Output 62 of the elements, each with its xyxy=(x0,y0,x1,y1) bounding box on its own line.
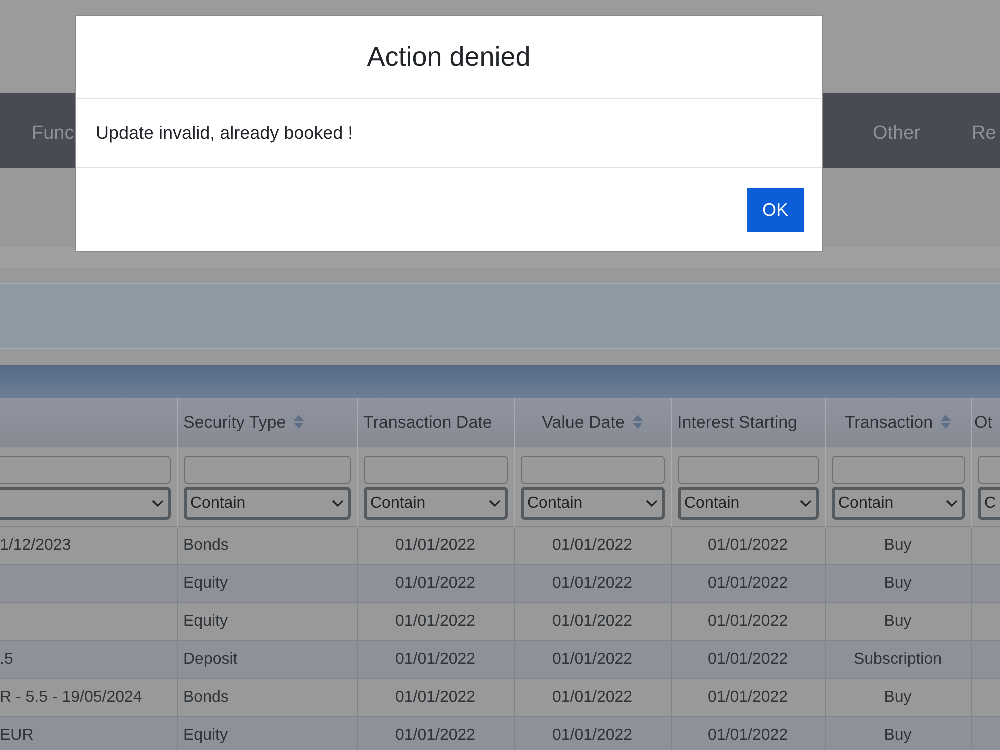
filter-field[interactable] xyxy=(832,456,964,484)
filter-field[interactable] xyxy=(678,456,818,484)
table-cell: Bonds xyxy=(184,688,229,706)
filter-select[interactable]: Contain xyxy=(184,487,350,520)
chevron-down-icon xyxy=(332,500,344,508)
table-cell: Equity xyxy=(184,612,228,630)
table-cell: .5 xyxy=(0,650,14,668)
table-cell: 01/01/2022 xyxy=(395,612,476,630)
nav-item[interactable]: Func xyxy=(32,120,74,148)
filter-select[interactable]: Contain xyxy=(520,487,664,520)
table-cell: 01/01/2022 xyxy=(552,688,633,706)
table-cell: Buy xyxy=(884,688,912,706)
dialog-title: Action denied xyxy=(367,40,531,74)
filter-select[interactable]: C xyxy=(978,487,1000,520)
table-cell: Deposit xyxy=(184,650,238,668)
table-cell: 01/01/2022 xyxy=(708,688,788,706)
filter-select[interactable]: Contain xyxy=(678,487,818,520)
table-cell: 01/01/2022 xyxy=(552,536,633,554)
table-cell: 01/01/2022 xyxy=(708,536,788,554)
table-cell: 01/01/2022 xyxy=(395,574,476,592)
table-cell: 01/01/2022 xyxy=(708,574,788,592)
table-cell: 01/01/2022 xyxy=(708,726,788,744)
filter-field[interactable] xyxy=(0,456,171,484)
table-cell: Buy xyxy=(884,574,912,592)
table-cell: 01/01/2022 xyxy=(552,612,633,630)
ok-button[interactable]: OK xyxy=(747,188,804,232)
nav-item[interactable]: Re xyxy=(972,120,996,148)
sort-icon[interactable] xyxy=(941,414,952,430)
filter-select[interactable]: Contain xyxy=(832,487,964,520)
filter-field[interactable] xyxy=(184,456,350,484)
table-cell: 01/01/2022 xyxy=(708,650,788,668)
table-cell: 01/01/2022 xyxy=(552,574,633,592)
table-cell: Bonds xyxy=(184,536,229,554)
chevron-down-icon xyxy=(800,500,812,508)
filter-select[interactable] xyxy=(0,487,171,520)
table-cell: 01/01/2022 xyxy=(552,726,633,744)
table-cell: 01/01/2022 xyxy=(708,612,788,630)
filter-field[interactable] xyxy=(364,456,508,484)
chevron-down-icon xyxy=(152,500,164,508)
chevron-down-icon xyxy=(646,500,658,508)
table-cell: 01/01/2022 xyxy=(395,688,476,706)
chevron-down-icon xyxy=(488,500,500,508)
table-cell: Buy xyxy=(884,612,912,630)
filter-field[interactable] xyxy=(520,456,664,484)
table-cell: R - 5.5 - 19/05/2024 xyxy=(0,688,142,706)
table-cell: Buy xyxy=(884,536,912,554)
dialog-message: Update invalid, already booked ! xyxy=(96,122,354,145)
table-cell: 01/01/2022 xyxy=(395,650,476,668)
table-cell: 01/01/2022 xyxy=(395,726,476,744)
table-cell: Equity xyxy=(184,726,228,744)
table-cell: EUR xyxy=(0,726,34,744)
table-cell: Buy xyxy=(884,726,912,744)
table-cell: 01/01/2022 xyxy=(395,536,476,554)
table-cell: 01/01/2022 xyxy=(552,650,633,668)
table-cell: Subscription xyxy=(854,650,942,668)
sort-icon[interactable] xyxy=(294,414,304,430)
chevron-down-icon xyxy=(946,500,958,508)
sort-icon[interactable] xyxy=(632,414,643,430)
filter-select[interactable]: Contain xyxy=(364,487,508,520)
nav-item[interactable]: Other xyxy=(873,120,921,148)
table-cell: 1/12/2023 xyxy=(0,536,72,554)
table-cell: Equity xyxy=(184,574,228,592)
